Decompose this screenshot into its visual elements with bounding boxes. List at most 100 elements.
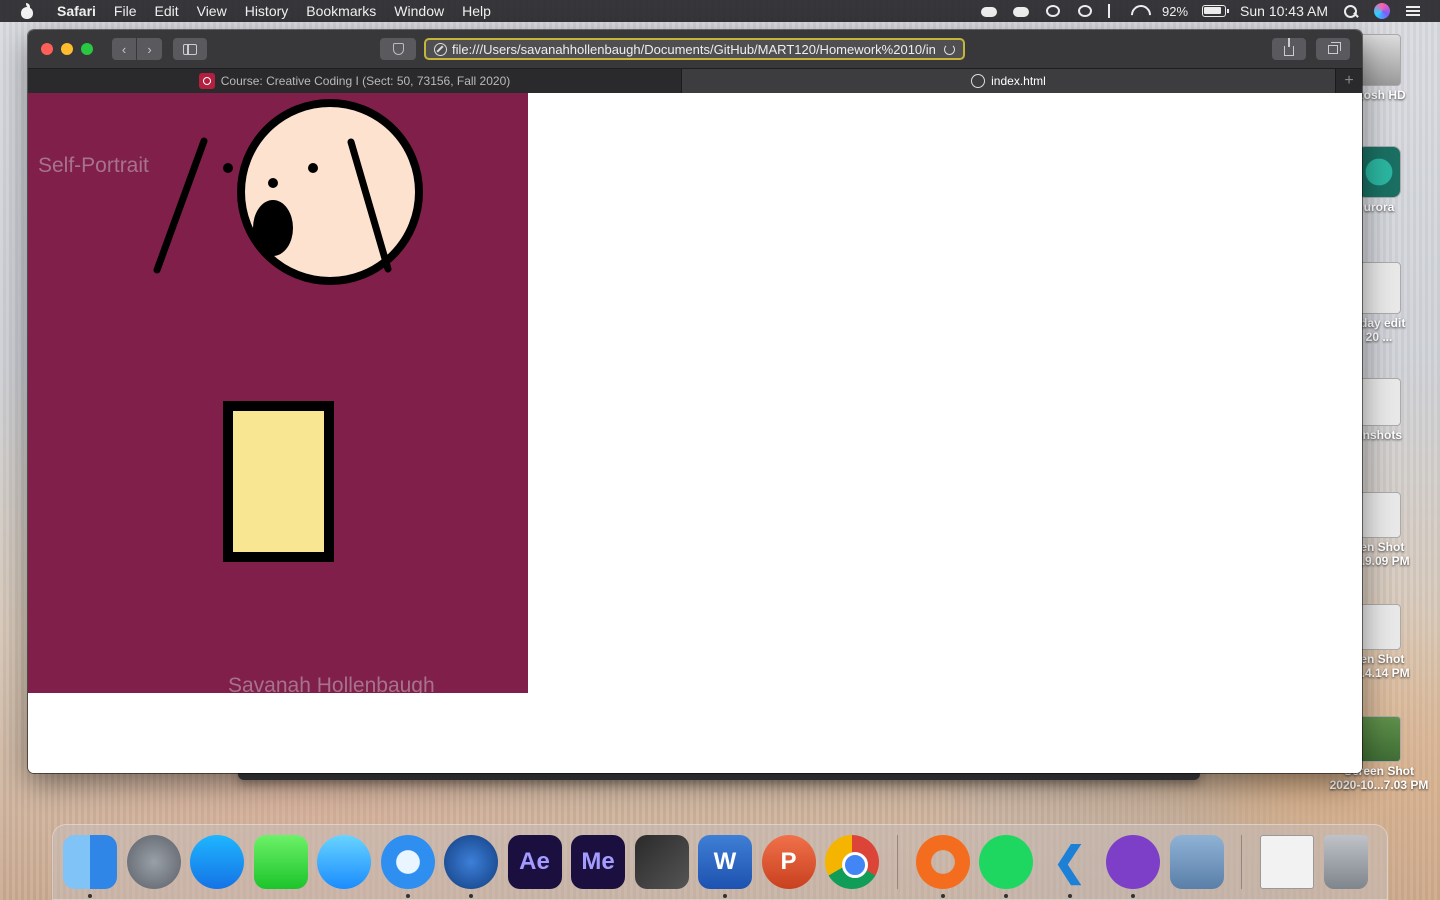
sidebar-toggle-button[interactable] — [173, 38, 207, 60]
notification-center-icon[interactable] — [1404, 4, 1422, 18]
reload-icon[interactable] — [944, 43, 955, 55]
left-arm-line — [153, 137, 208, 274]
github-desktop-icon[interactable] — [1106, 835, 1160, 898]
bluetooth-icon[interactable] — [1108, 4, 1116, 18]
vscode-icon[interactable]: ❮ — [1043, 835, 1097, 898]
word-label: W — [713, 848, 737, 875]
folder-download-icon — [1357, 378, 1401, 426]
macos-installer-icon[interactable] — [444, 835, 498, 898]
forward-button[interactable]: › — [137, 38, 162, 60]
right-eye — [308, 163, 318, 173]
safari-window: ‹ › file:///Users/savanahhollenbaugh/Doc… — [28, 30, 1362, 773]
back-button[interactable]: ‹ — [112, 38, 137, 60]
app-store-icon[interactable] — [190, 835, 244, 889]
body-rectangle — [223, 401, 334, 562]
creative-cloud-icon[interactable] — [980, 4, 998, 18]
tab-course[interactable]: Course: Creative Coding I (Sect: 50, 731… — [28, 69, 682, 93]
google-drive-icon[interactable] — [1012, 4, 1030, 18]
word-icon[interactable]: W — [698, 835, 752, 898]
floating-dot — [223, 163, 233, 173]
menu-bookmarks[interactable]: Bookmarks — [297, 3, 385, 19]
url-field[interactable]: file:///Users/savanahhollenbaugh/Documen… — [452, 42, 936, 57]
document-icon[interactable] — [1260, 835, 1314, 889]
fullscreen-window-button[interactable] — [81, 43, 93, 55]
dock: Ae Me W P ❮ — [52, 824, 1388, 900]
preview-icon[interactable] — [1169, 835, 1224, 889]
running-indicator — [1004, 894, 1008, 898]
mouth-shape — [253, 200, 293, 256]
new-tab-button[interactable]: + — [1336, 69, 1362, 93]
page-content: Self-Portrait Savanah Hollenbaugh — [28, 93, 1362, 773]
tab-index-html[interactable]: index.html — [682, 69, 1336, 93]
spotify-icon[interactable] — [979, 835, 1033, 898]
running-indicator — [940, 894, 945, 898]
spotlight-icon[interactable] — [1342, 4, 1360, 18]
p5-canvas: Self-Portrait Savanah Hollenbaugh — [28, 93, 528, 693]
time-machine-icon[interactable] — [1076, 4, 1094, 18]
messages-icon[interactable] — [317, 835, 371, 889]
screenshot-icon — [1357, 716, 1401, 762]
apple-icon[interactable] — [20, 3, 34, 19]
running-indicator — [469, 894, 473, 898]
sidebar-icon — [183, 43, 197, 55]
address-bar[interactable]: file:///Users/savanahhollenbaugh/Documen… — [424, 38, 965, 60]
window-controls — [41, 43, 93, 55]
menu-bar: Safari File Edit View History Bookmarks … — [0, 0, 1440, 22]
menu-edit[interactable]: Edit — [145, 3, 187, 19]
dock-separator — [1241, 835, 1242, 889]
menu-help[interactable]: Help — [453, 3, 500, 19]
status-menus: 92% Sun 10:43 AM — [980, 3, 1440, 19]
wifi-icon[interactable] — [1130, 4, 1148, 18]
share-button[interactable] — [1272, 38, 1306, 60]
menu-clock[interactable]: Sun 10:43 AM — [1240, 3, 1328, 19]
powerpoint-icon[interactable]: P — [761, 835, 816, 889]
menu-file[interactable]: File — [105, 3, 146, 19]
page-title: Self-Portrait — [38, 154, 149, 177]
close-window-button[interactable] — [41, 43, 53, 55]
tab-title: Course: Creative Coding I (Sect: 50, 731… — [220, 74, 511, 88]
final-cut-pro-icon[interactable] — [634, 835, 689, 889]
dock-separator — [896, 835, 898, 889]
running-indicator — [405, 894, 410, 898]
launchpad-icon[interactable] — [126, 835, 181, 889]
author-name: Savanah Hollenbaugh — [228, 674, 435, 693]
compass-icon — [971, 74, 986, 88]
desktop-item-sublabel: 2020-10...7.03 PM — [1329, 778, 1429, 792]
chrome-icon[interactable] — [825, 835, 879, 889]
browser-toolbar: ‹ › file:///Users/savanahhollenbaugh/Doc… — [28, 30, 1362, 68]
mov-file-icon — [1357, 262, 1401, 314]
time-machine-icon — [1357, 146, 1401, 198]
media-encoder-icon[interactable]: Me — [571, 835, 625, 889]
after-effects-label: Ae — [519, 848, 550, 875]
battery-icon[interactable] — [1202, 5, 1230, 17]
trash-icon[interactable] — [1323, 835, 1368, 889]
after-effects-icon[interactable]: Ae — [507, 835, 562, 889]
menu-view[interactable]: View — [188, 3, 236, 19]
screenshot-icon — [1357, 492, 1401, 538]
siri-icon[interactable] — [1374, 3, 1390, 19]
mountain-icon[interactable] — [1044, 4, 1062, 18]
canvas-lms-icon — [198, 73, 215, 89]
media-encoder-label: Me — [581, 848, 615, 875]
hard-drive-icon — [1357, 34, 1401, 86]
menu-app-name[interactable]: Safari — [48, 3, 105, 19]
chevron-left-icon: ‹ — [121, 41, 127, 57]
finder-icon[interactable] — [63, 835, 117, 898]
privacy-report-button[interactable] — [380, 38, 416, 60]
menu-window[interactable]: Window — [385, 3, 453, 19]
menu-history[interactable]: History — [236, 3, 298, 19]
safari-icon[interactable] — [380, 835, 435, 898]
running-indicator — [88, 894, 92, 898]
portrait-drawing — [153, 99, 423, 562]
running-indicator — [1131, 894, 1135, 898]
tab-bar: Course: Creative Coding I (Sect: 50, 731… — [28, 68, 1362, 93]
tab-overview-button[interactable] — [1316, 38, 1350, 60]
running-indicator — [723, 894, 727, 898]
origin-icon[interactable] — [915, 835, 970, 898]
running-indicator — [1067, 894, 1072, 898]
tab-title: index.html — [991, 74, 1046, 88]
tab-overview-icon — [1328, 41, 1341, 54]
minimize-window-button[interactable] — [61, 43, 73, 55]
facetime-icon[interactable] — [253, 835, 308, 889]
chevron-right-icon: › — [147, 41, 152, 57]
